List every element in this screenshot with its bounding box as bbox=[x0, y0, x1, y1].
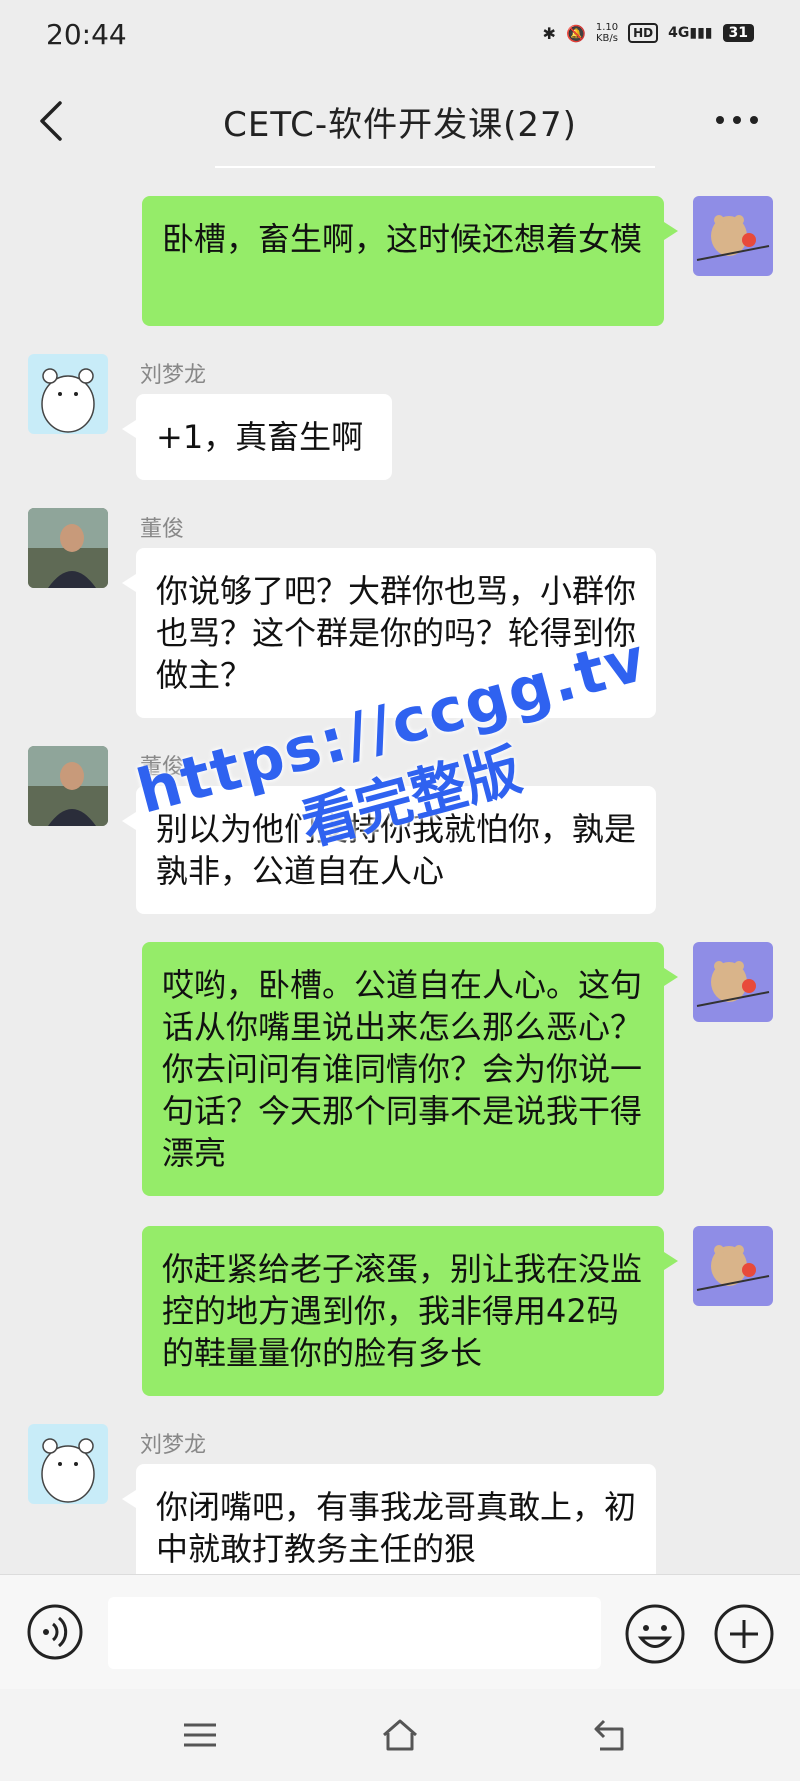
net-speed-unit: KB/s bbox=[596, 33, 618, 44]
sender-name: 刘梦龙 bbox=[140, 363, 207, 388]
message-bubble-other[interactable]: 别以为他们支持你我就怕你，孰是孰非，公道自在人心 bbox=[122, 786, 656, 914]
avatar-dong[interactable] bbox=[28, 508, 108, 588]
more-options-icon[interactable] bbox=[712, 105, 762, 135]
voice-input-icon[interactable] bbox=[26, 1603, 84, 1661]
net-speed-value: 1.10 bbox=[595, 22, 619, 33]
message-bubble-other[interactable]: 你说够了吧？大群你也骂，小群你也骂？这个群是你的吗？轮得到你做主？ bbox=[122, 548, 656, 718]
hd-icon: HD bbox=[628, 23, 659, 43]
bear-sticker-icon bbox=[696, 961, 770, 1007]
message-divider bbox=[215, 166, 655, 168]
bear-sticker-icon bbox=[696, 215, 770, 261]
status-icons: ✱ 🔕 1.10 KB/s HD 4G▮▮▮ 31 bbox=[543, 22, 754, 44]
self-avatar[interactable] bbox=[693, 942, 773, 1022]
bear-sticker-icon bbox=[696, 1245, 770, 1291]
status-bar: 20:44 ✱ 🔕 1.10 KB/s HD 4G▮▮▮ 31 bbox=[0, 0, 800, 75]
signal-icon: 4G▮▮▮ bbox=[668, 25, 713, 41]
polar-bear-icon bbox=[41, 1438, 95, 1503]
sender-name: 董俊 bbox=[140, 755, 185, 780]
message-input[interactable] bbox=[108, 1597, 601, 1669]
status-time: 20:44 bbox=[46, 18, 127, 51]
plus-icon[interactable] bbox=[713, 1603, 775, 1665]
bluetooth-icon: ✱ bbox=[542, 23, 556, 43]
person-photo-icon bbox=[28, 508, 108, 588]
sender-name: 董俊 bbox=[140, 517, 185, 542]
emoji-icon[interactable] bbox=[624, 1603, 686, 1665]
menu-icon[interactable] bbox=[180, 1715, 220, 1755]
chat-title: CETC-软件开发课(27) bbox=[223, 105, 577, 145]
message-bubble-self[interactable]: 你赶紧给老子滚蛋，别让我在没监控的地方遇到你，我非得用42码的鞋量量你的脸有多长 bbox=[142, 1226, 678, 1396]
avatar-liu[interactable] bbox=[28, 1424, 108, 1504]
polar-bear-icon bbox=[41, 368, 95, 433]
battery-icon: 31 bbox=[722, 24, 754, 42]
avatar-dong[interactable] bbox=[28, 746, 108, 826]
message-bubble-other[interactable]: +1，真畜生啊 bbox=[122, 394, 392, 480]
signal-label: 4G bbox=[668, 25, 690, 41]
sender-name: 刘梦龙 bbox=[140, 1433, 207, 1458]
back-nav-icon[interactable] bbox=[590, 1715, 630, 1755]
chat-input-bar bbox=[0, 1574, 800, 1690]
self-avatar[interactable] bbox=[693, 1226, 773, 1306]
chat-header: CETC-软件开发课(27) bbox=[0, 75, 800, 165]
avatar-liu[interactable] bbox=[28, 354, 108, 434]
self-avatar[interactable] bbox=[693, 196, 773, 276]
net-speed: 1.10 KB/s bbox=[596, 22, 618, 44]
message-bubble-self[interactable]: 卧槽，畜生啊，这时候还想着女模 bbox=[142, 196, 678, 326]
home-icon[interactable] bbox=[380, 1715, 420, 1755]
message-bubble-self[interactable]: 哎哟，卧槽。公道自在人心。这句话从你嘴里说出来怎么那么恶心？你去问问有谁同情你？… bbox=[142, 942, 678, 1196]
system-nav-bar bbox=[0, 1689, 800, 1781]
person-photo-icon bbox=[28, 746, 108, 826]
mute-icon: 🔕 bbox=[565, 23, 586, 43]
